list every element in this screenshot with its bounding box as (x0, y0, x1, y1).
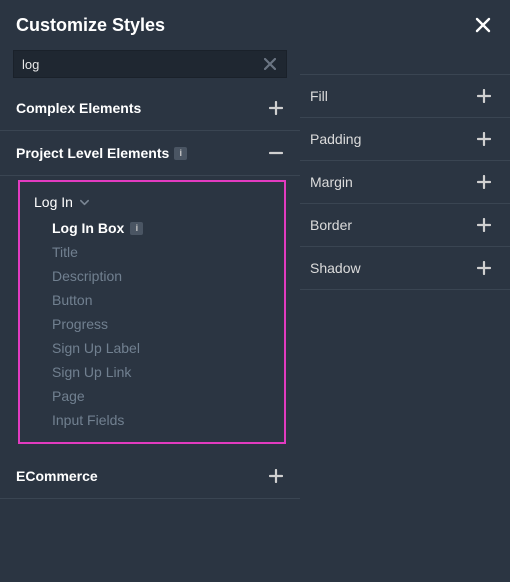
tree-item-sign-up-label[interactable]: Sign Up Label (52, 336, 278, 360)
prop-label: Margin (310, 174, 353, 190)
info-icon: i (174, 147, 187, 160)
highlight-box: Log In Log In Box i Title Description Bu… (18, 180, 286, 444)
tree-item-label: Page (52, 388, 85, 404)
tree-item-label: Sign Up Link (52, 364, 131, 380)
section-project-level-elements[interactable]: Project Level Elements i (0, 131, 300, 176)
tree-item-label: Progress (52, 316, 108, 332)
search-input[interactable] (20, 55, 260, 74)
expand-icon (476, 88, 492, 104)
prop-label: Fill (310, 88, 328, 104)
left-column: Complex Elements Project Level Elements … (0, 50, 300, 499)
close-button[interactable] (472, 14, 494, 36)
section-label: Project Level Elements i (16, 145, 187, 161)
expand-icon (476, 174, 492, 190)
section-label: ECommerce (16, 468, 98, 484)
prop-label: Border (310, 217, 352, 233)
tree-item-sign-up-link[interactable]: Sign Up Link (52, 360, 278, 384)
prop-label: Shadow (310, 260, 361, 276)
tree-item-label: Sign Up Label (52, 340, 140, 356)
prop-fill[interactable]: Fill (300, 74, 510, 118)
prop-padding[interactable]: Padding (300, 118, 510, 161)
right-column: Fill Padding Margin Border Shadow (300, 50, 510, 499)
tree-item-progress[interactable]: Progress (52, 312, 278, 336)
tree-item-label: Title (52, 244, 78, 260)
search-wrap (13, 50, 287, 78)
tree-parent-label: Log In (34, 194, 73, 210)
expand-icon (476, 260, 492, 276)
info-icon: i (130, 222, 143, 235)
page-title: Customize Styles (16, 15, 165, 36)
close-icon (475, 17, 491, 33)
tree-item-page[interactable]: Page (52, 384, 278, 408)
prop-border[interactable]: Border (300, 204, 510, 247)
tree-item-title[interactable]: Title (52, 240, 278, 264)
tree-item-label: Input Fields (52, 412, 124, 428)
prop-label: Padding (310, 131, 361, 147)
section-label: Complex Elements (16, 100, 141, 116)
search-clear-button[interactable] (260, 54, 280, 74)
tree-item-log-in-box[interactable]: Log In Box i (52, 216, 278, 240)
tree-item-label: Log In Box (52, 220, 124, 236)
expand-icon (476, 217, 492, 233)
chevron-down-icon (78, 195, 92, 209)
collapse-icon (268, 145, 284, 161)
expand-icon (268, 100, 284, 116)
tree-item-description[interactable]: Description (52, 264, 278, 288)
section-complex-elements[interactable]: Complex Elements (0, 86, 300, 131)
expand-icon (268, 468, 284, 484)
tree-item-input-fields[interactable]: Input Fields (52, 408, 278, 432)
prop-shadow[interactable]: Shadow (300, 247, 510, 290)
tree-item-label: Description (52, 268, 122, 284)
tree-parent-login[interactable]: Log In (26, 188, 278, 216)
tree-item-label: Button (52, 292, 92, 308)
prop-margin[interactable]: Margin (300, 161, 510, 204)
tree-item-button[interactable]: Button (52, 288, 278, 312)
tree-children: Log In Box i Title Description Button Pr… (26, 216, 278, 432)
close-icon (264, 58, 276, 70)
section-ecommerce[interactable]: ECommerce (0, 454, 300, 499)
expand-icon (476, 131, 492, 147)
